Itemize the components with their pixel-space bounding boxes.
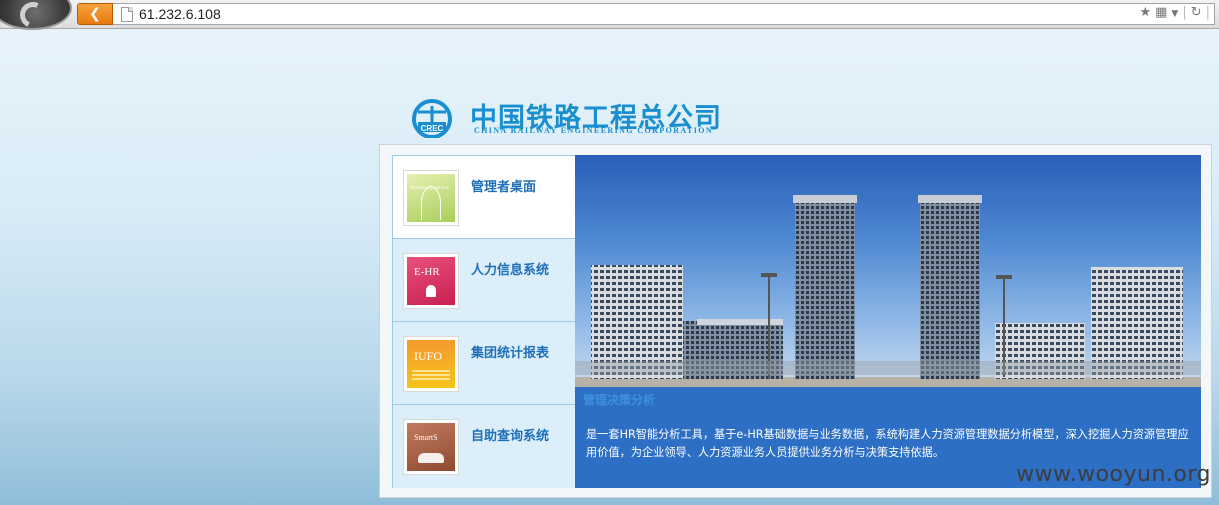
emblem-text: CREC (421, 124, 444, 133)
selfservice-app-icon: SmartS (403, 419, 459, 475)
address-bar[interactable]: 61.232.6.108 ★ ▦ ▼ | ↻ | (113, 3, 1215, 25)
iufo-app-icon: IUFO (403, 336, 459, 392)
menu-item-group-reports[interactable]: IUFO 集团统计报表 (393, 322, 575, 405)
separator: | (1182, 5, 1187, 20)
back-button[interactable]: ❮ (77, 3, 113, 25)
menu-item-manager-desktop[interactable]: BusinessQuestions 管理者桌面 (393, 156, 575, 239)
feature-title: 管理决策分析 (583, 393, 656, 407)
browser-logo-icon[interactable] (0, 0, 72, 32)
menu-item-self-service[interactable]: SmartS 自助查询系统 (393, 405, 575, 488)
crec-emblem-icon: CREC (412, 99, 452, 138)
star-icon[interactable]: ★ (1139, 5, 1151, 20)
menu-item-label: 管理者桌面 (471, 180, 537, 195)
portal-panel: BusinessQuestions 管理者桌面 E-HR 人力信息系统 IUFO… (379, 144, 1212, 498)
menu-item-label: 人力信息系统 (471, 263, 550, 278)
tile-text: IUFO (414, 349, 443, 363)
menu-item-label: 自助查询系统 (471, 429, 550, 444)
qr-code-icon[interactable]: ▦ (1155, 5, 1167, 20)
dropdown-icon[interactable]: ▼ (1171, 9, 1178, 19)
tile-text: SmartS (414, 433, 438, 442)
system-menu: BusinessQuestions 管理者桌面 E-HR 人力信息系统 IUFO… (392, 155, 576, 488)
menu-item-hr-system[interactable]: E-HR 人力信息系统 (393, 239, 575, 322)
company-logo: CREC 中国铁路工程总公司 CHINA RAILWAY ENGINEERING… (408, 96, 753, 140)
ehr-app-icon: E-HR (403, 253, 459, 309)
watermark-text: www.wooyun.org (1016, 462, 1211, 487)
reload-icon[interactable]: ↻ (1191, 5, 1202, 20)
separator: | (1205, 5, 1210, 20)
page-icon (121, 7, 133, 22)
skyline-illustration (575, 195, 1201, 387)
bq-app-icon: BusinessQuestions (403, 170, 459, 226)
menu-item-label: 集团统计报表 (471, 346, 550, 361)
feature-description: 是一套HR智能分析工具，基于e-HR基础数据与业务数据，系统构建人力资源管理数据… (586, 428, 1189, 459)
url-text[interactable]: 61.232.6.108 (139, 6, 221, 22)
feature-banner[interactable]: 管理决策分析 是一套HR智能分析工具，基于e-HR基础数据与业务数据，系统构建人… (575, 155, 1201, 488)
browser-toolbar: ❮ 61.232.6.108 ★ ▦ ▼ | ↻ | (0, 0, 1219, 32)
tile-text: E-HR (414, 266, 440, 278)
address-bar-icons: ★ ▦ ▼ | ↻ | (1135, 5, 1210, 20)
company-name-en: CHINA RAILWAY ENGINEERING CORPORATION (474, 126, 714, 135)
buildings-photo (575, 155, 1201, 387)
